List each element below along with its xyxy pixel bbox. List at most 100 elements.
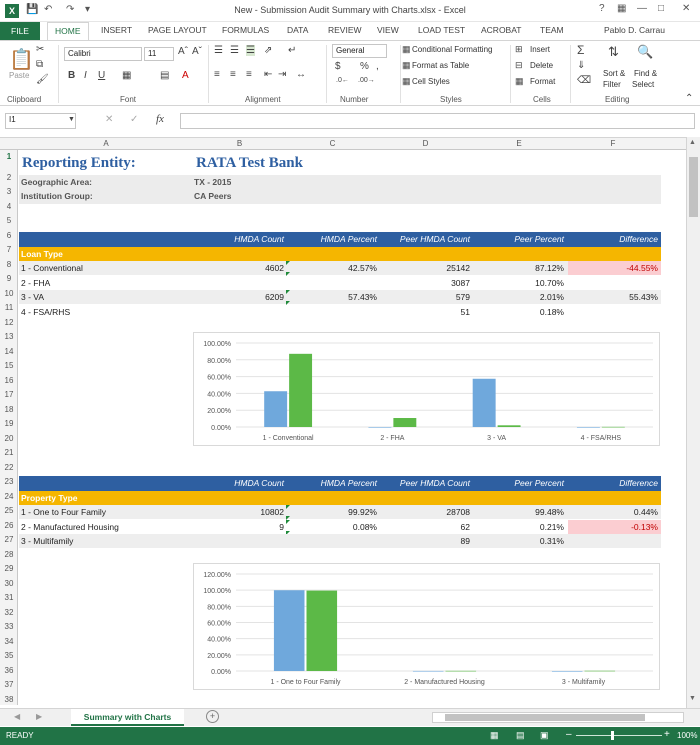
tab-team[interactable]: TEAM	[540, 25, 564, 35]
number-format-select[interactable]: General	[332, 44, 387, 58]
comma-style-icon[interactable]: ,	[376, 61, 379, 72]
cell-peer-count[interactable]: 28708	[379, 507, 470, 517]
row-header[interactable]: 13	[0, 332, 18, 341]
cell-peer-count[interactable]: 25142	[379, 263, 470, 273]
maximize-icon[interactable]: □	[658, 3, 664, 14]
bold-icon[interactable]: B	[68, 70, 75, 81]
row-header[interactable]: 34	[0, 637, 18, 646]
scroll-down-icon[interactable]: ▼	[689, 695, 696, 702]
row-header[interactable]: 2	[0, 173, 18, 182]
row-header[interactable]: 17	[0, 390, 18, 399]
row-header[interactable]: 23	[0, 477, 18, 486]
collapse-ribbon-icon[interactable]: ⌃	[685, 93, 693, 104]
row-header[interactable]: 26	[0, 521, 18, 530]
tab-page-layout[interactable]: PAGE LAYOUT	[148, 25, 207, 35]
row-label[interactable]: 3 - VA	[21, 292, 191, 302]
delete-cells-icon[interactable]: ⊟	[515, 60, 523, 71]
borders-icon[interactable]: ▦	[122, 70, 131, 81]
orientation-icon[interactable]: ⇗	[264, 45, 272, 56]
column-header[interactable]: C	[286, 139, 379, 148]
column-header[interactable]: E	[472, 139, 566, 148]
increase-indent-icon[interactable]: ⇥	[278, 69, 286, 80]
font-name-select[interactable]: Calibri	[64, 47, 142, 61]
row-header[interactable]: 35	[0, 651, 18, 660]
insert-cells-icon[interactable]: ⊞	[515, 44, 523, 55]
row-label[interactable]: 3 - Multifamily	[21, 536, 191, 546]
italic-icon[interactable]: I	[84, 70, 87, 81]
cell-peer-percent[interactable]: 10.70%	[472, 278, 564, 288]
horizontal-scrollbar[interactable]	[432, 712, 684, 723]
tab-review[interactable]: REVIEW	[328, 25, 362, 35]
cell-hmda-percent[interactable]: 42.57%	[286, 263, 377, 273]
insert-function-icon[interactable]: fx	[156, 113, 164, 125]
merge-center-icon[interactable]: ↔	[296, 69, 306, 80]
normal-view-icon[interactable]: ▦	[490, 730, 499, 741]
cell-difference[interactable]: 55.43%	[566, 292, 658, 302]
row-header[interactable]: 15	[0, 361, 18, 370]
tab-formulas[interactable]: FORMULAS	[222, 25, 269, 35]
row-label[interactable]: 1 - One to Four Family	[21, 507, 191, 517]
row-header[interactable]: 20	[0, 434, 18, 443]
row-header[interactable]: 5	[0, 216, 18, 225]
wrap-text-icon[interactable]: ↵	[288, 45, 296, 56]
tab-insert[interactable]: INSERT	[101, 25, 132, 35]
format-as-table-button[interactable]: Format as Table	[412, 61, 469, 70]
tab-data[interactable]: DATA	[287, 25, 308, 35]
align-top-icon[interactable]: ☰	[214, 45, 223, 56]
zoom-out-icon[interactable]: –	[566, 729, 572, 740]
cell-difference[interactable]: 0.44%	[566, 507, 658, 517]
cell-hmda-percent[interactable]: 99.92%	[286, 507, 377, 517]
loan-type-chart[interactable]: 100.00% 80.00% 60.00% 40.00% 20.00% 0.00% 1 - …	[193, 332, 660, 446]
close-icon[interactable]: ✕	[682, 3, 690, 14]
vertical-scrollbar[interactable]: ▲ ▼	[686, 137, 700, 708]
row-header[interactable]: 6	[0, 231, 18, 240]
prev-sheet-icon[interactable]: ◀	[14, 712, 20, 721]
format-cells-icon[interactable]: ▦	[515, 76, 524, 87]
fill-icon[interactable]: ⇓	[577, 60, 585, 71]
cell-difference[interactable]: -44.55%	[566, 263, 658, 273]
cell-hmda-count[interactable]: 6209	[193, 292, 284, 302]
zoom-slider-thumb[interactable]	[611, 731, 614, 740]
row-header[interactable]: 24	[0, 492, 18, 501]
increase-font-icon[interactable]: Aˆ	[178, 46, 188, 57]
cell-hmda-count[interactable]: 4602	[193, 263, 284, 273]
autosum-icon[interactable]: Σ	[577, 43, 584, 57]
zoom-level[interactable]: 100%	[677, 731, 697, 740]
minimize-icon[interactable]: —	[637, 3, 647, 14]
row-label[interactable]: 4 - FSA/RHS	[21, 307, 191, 317]
delete-cells-button[interactable]: Delete	[530, 61, 553, 70]
cell-peer-percent[interactable]: 0.18%	[472, 307, 564, 317]
row-header[interactable]: 29	[0, 564, 18, 573]
new-sheet-icon[interactable]: +	[206, 710, 219, 723]
cell-hmda-percent[interactable]: 0.08%	[286, 522, 377, 532]
row-header[interactable]: 22	[0, 463, 18, 472]
property-type-chart[interactable]: 120.00% 100.00% 80.00% 60.00% 40.00% 20.00% 0.…	[193, 563, 660, 690]
decrease-decimal-icon[interactable]: .00→	[358, 77, 375, 84]
row-header[interactable]: 36	[0, 666, 18, 675]
scroll-up-icon[interactable]: ▲	[689, 139, 696, 146]
tab-load-test[interactable]: LOAD TEST	[418, 25, 465, 35]
decrease-font-icon[interactable]: Aˇ	[192, 46, 202, 57]
cell-peer-percent[interactable]: 0.31%	[472, 536, 564, 546]
column-header[interactable]: A	[19, 139, 193, 148]
tab-view[interactable]: VIEW	[377, 25, 399, 35]
cell-peer-count[interactable]: 3087	[379, 278, 470, 288]
row-header[interactable]: 7	[0, 245, 18, 254]
find-select-label[interactable]: Find &	[634, 69, 657, 78]
cell-hmda-percent[interactable]: 57.43%	[286, 292, 377, 302]
align-center-icon[interactable]: ≡	[230, 69, 236, 80]
row-header[interactable]: 4	[0, 202, 18, 211]
row-header[interactable]: 9	[0, 274, 18, 283]
row-header[interactable]: 12	[0, 318, 18, 327]
align-bottom-icon[interactable]: ☰	[246, 45, 255, 56]
worksheet[interactable]: Reporting Entity: RATA Test Bank Geograp…	[19, 150, 686, 705]
zoom-slider[interactable]	[576, 735, 662, 736]
row-header[interactable]: 27	[0, 535, 18, 544]
column-header[interactable]: F	[566, 139, 660, 148]
row-header[interactable]: 21	[0, 448, 18, 457]
tab-file[interactable]: FILE	[0, 22, 40, 40]
cell-peer-count[interactable]: 62	[379, 522, 470, 532]
user-name[interactable]: Pablo D. Carrau	[604, 25, 665, 35]
row-header[interactable]: 31	[0, 593, 18, 602]
insert-cells-button[interactable]: Insert	[530, 45, 550, 54]
